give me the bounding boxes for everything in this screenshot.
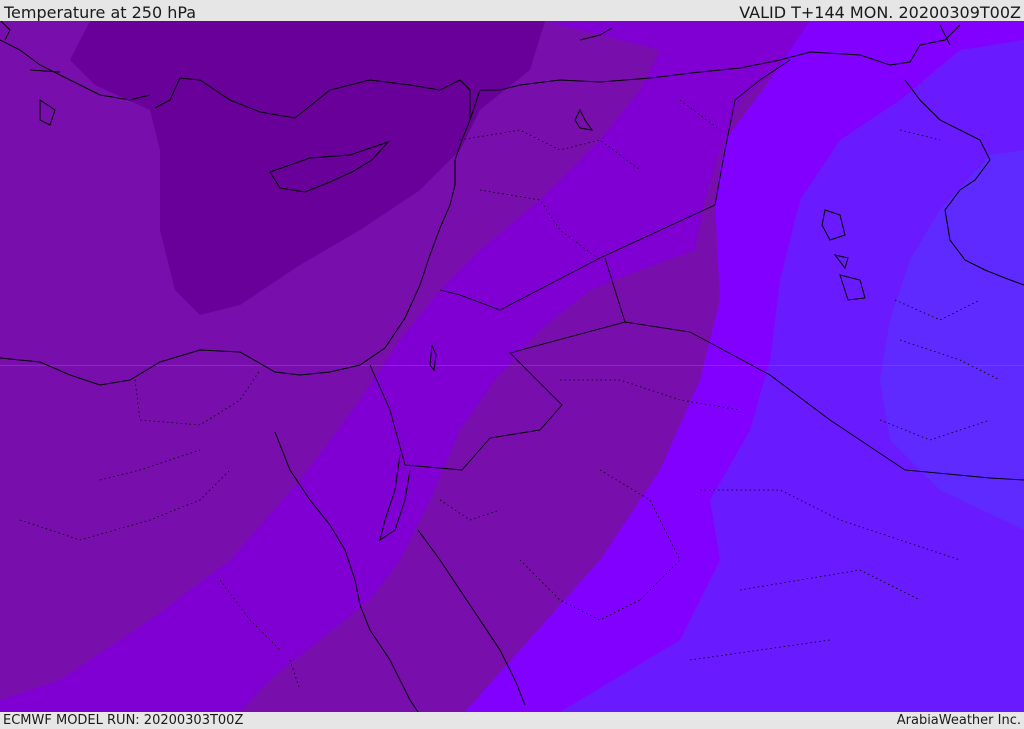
model-run: ECMWF MODEL RUN: 20200303T00Z [3, 713, 244, 728]
header-bar: Temperature at 250 hPa VALID T+144 MON. … [0, 0, 1024, 22]
valid-time: VALID T+144 MON. 20200309T00Z [739, 3, 1021, 22]
footer-bar: ECMWF MODEL RUN: 20200303T00Z ArabiaWeat… [0, 712, 1024, 729]
map-title: Temperature at 250 hPa [4, 3, 197, 22]
credit-label: ArabiaWeather Inc. [896, 713, 1021, 728]
temperature-map[interactable] [0, 21, 1024, 712]
